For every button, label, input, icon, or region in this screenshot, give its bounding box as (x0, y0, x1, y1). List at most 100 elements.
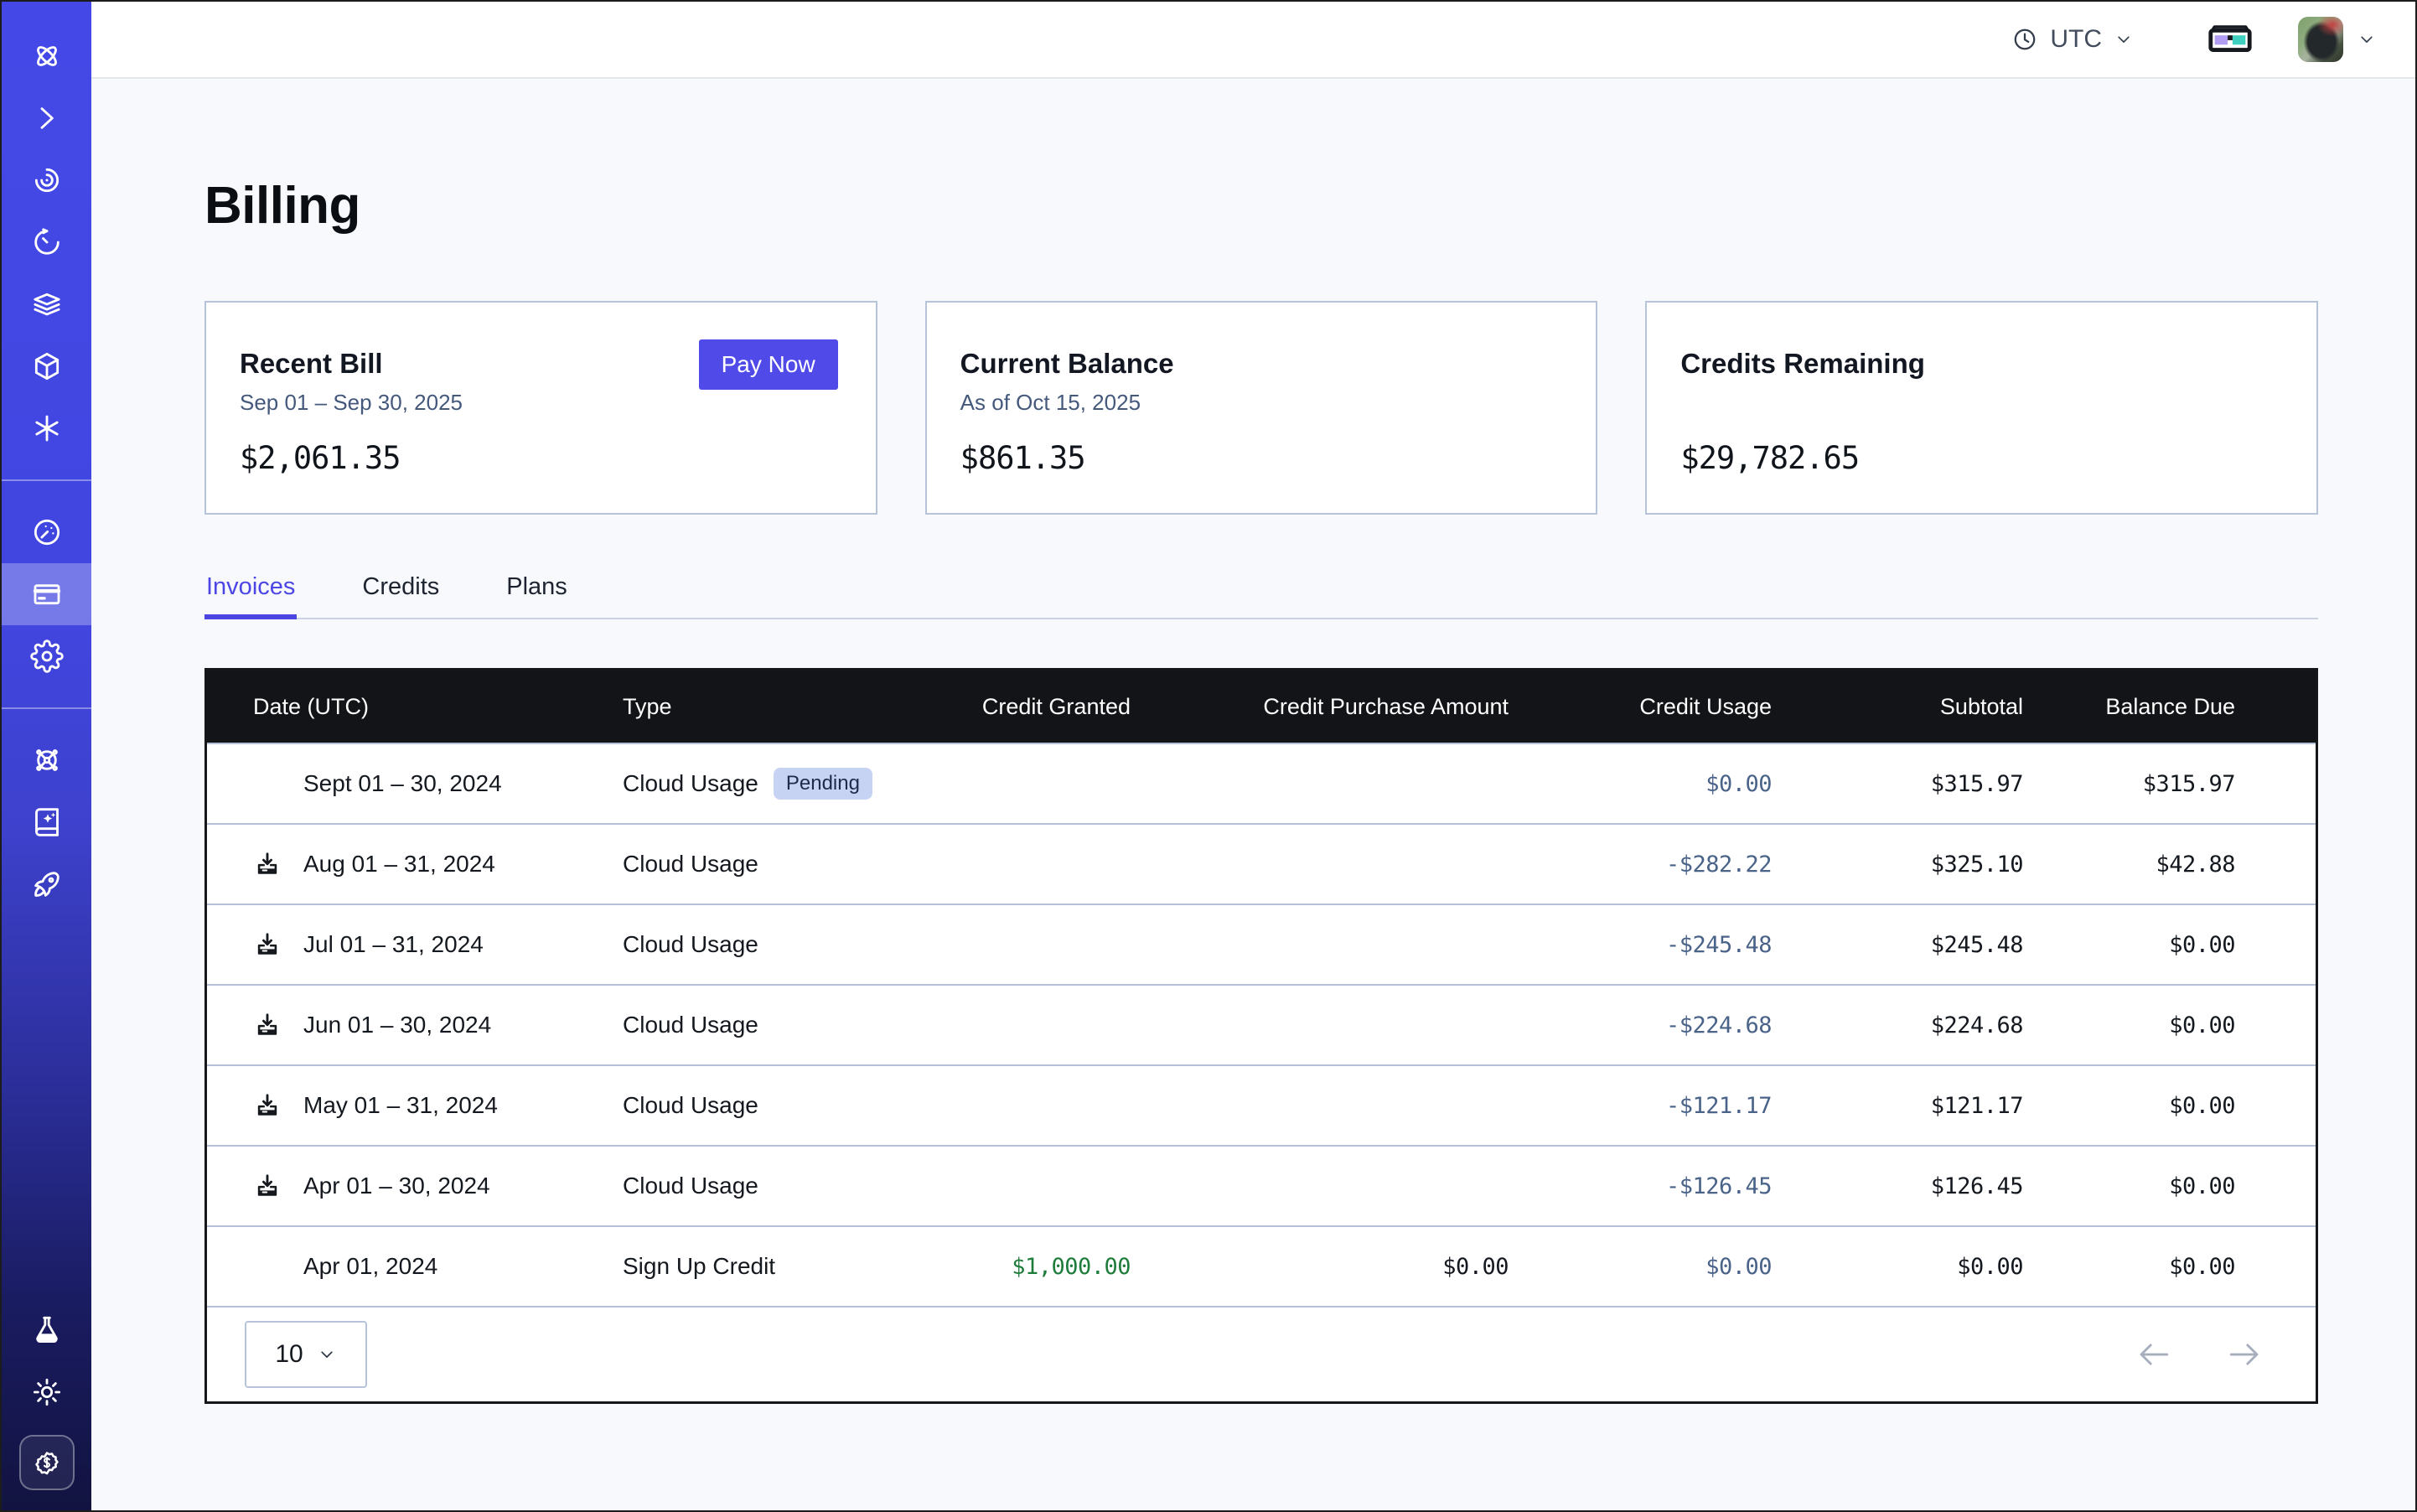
card-subtitle (1680, 390, 2280, 417)
sidebar-item-settings[interactable] (2, 625, 91, 687)
page-title: Billing (204, 176, 2318, 236)
pay-now-button[interactable]: Pay Now (699, 339, 838, 390)
invoice-date: Apr 01, 2024 (303, 1253, 437, 1280)
page-size-value: 10 (275, 1340, 303, 1369)
sidebar-item-observe[interactable] (2, 149, 91, 211)
chevron-down-icon (317, 1344, 337, 1364)
tab-invoices[interactable]: Invoices (204, 573, 297, 619)
timezone-label: UTC (2050, 25, 2102, 54)
orbit-logo-icon (30, 39, 64, 73)
arrow-left-icon (2135, 1335, 2173, 1374)
sidebar-item-history[interactable] (2, 211, 91, 273)
clock-icon (2011, 26, 2038, 53)
table-row: Jul 01 – 31, 2024 Cloud Usage -$245.48 $… (207, 904, 2316, 984)
card-title: Current Balance (960, 348, 1560, 380)
credit-card-icon (30, 577, 64, 611)
sidebar-item-billing[interactable] (2, 563, 91, 625)
balance-due: $315.97 (2023, 771, 2316, 797)
book-sparkle-icon (30, 805, 64, 839)
tab-credits[interactable]: Credits (360, 573, 441, 619)
credit-usage: $0.00 (1509, 1254, 1772, 1280)
sidebar-spacer (2, 915, 91, 1299)
download-icon (253, 930, 282, 959)
sidebar-item-labs[interactable] (2, 1299, 91, 1361)
sidebar-credits-button[interactable] (19, 1435, 75, 1490)
credit-usage: $0.00 (1509, 771, 1772, 797)
download-invoice-button[interactable] (253, 850, 282, 878)
prev-page-button[interactable] (2135, 1335, 2173, 1374)
account-menu[interactable] (2298, 17, 2377, 62)
chevron-right-icon (30, 101, 64, 135)
sidebar-item-support[interactable] (2, 729, 91, 791)
billing-page: Billing Recent Bill Sep 01 – Sep 30, 202… (91, 79, 2415, 1510)
sidebar-divider (2, 479, 91, 481)
sidebar-item-docs[interactable] (2, 791, 91, 853)
sidebar-item-launch[interactable] (2, 853, 91, 915)
balance-due: $0.00 (2023, 1012, 2316, 1038)
invoice-type: Cloud Usage (623, 1173, 758, 1199)
status-badge: Pending (774, 768, 872, 800)
app-window: UTC Billing Re (0, 0, 2417, 1512)
invoice-date: Jun 01 – 30, 2024 (303, 1012, 491, 1038)
credit-usage: -$126.45 (1509, 1173, 1772, 1199)
page-size-select[interactable]: 10 (245, 1321, 367, 1388)
subtotal: $224.68 (1772, 1012, 2023, 1038)
invoice-date: Apr 01 – 30, 2024 (303, 1173, 490, 1199)
topbar: UTC (91, 2, 2415, 79)
col-header-credit-granted: Credit Granted (882, 694, 1131, 720)
timezone-selector[interactable]: UTC (2011, 25, 2134, 54)
card-subtitle: As of Oct 15, 2025 (960, 390, 1560, 417)
credit-usage: -$282.22 (1509, 852, 1772, 878)
flask-icon (30, 1313, 64, 1347)
invoice-date: Aug 01 – 31, 2024 (303, 851, 495, 878)
recent-bill-card: Recent Bill Sep 01 – Sep 30, 2025 $2,061… (204, 301, 877, 515)
download-invoice-button[interactable] (253, 1091, 282, 1120)
table-row: May 01 – 31, 2024 Cloud Usage -$121.17 $… (207, 1064, 2316, 1145)
balance-due: $0.00 (2023, 1093, 2316, 1119)
summary-cards: Recent Bill Sep 01 – Sep 30, 2025 $2,061… (204, 301, 2318, 515)
download-icon (253, 1011, 282, 1039)
card-amount: $2,061.35 (240, 440, 839, 476)
credit-usage: -$245.48 (1509, 932, 1772, 958)
download-invoice-button[interactable] (253, 1172, 282, 1200)
subtotal: $0.00 (1772, 1254, 2023, 1280)
download-icon (253, 1091, 282, 1120)
sidebar-item-packages[interactable] (2, 335, 91, 397)
tab-plans[interactable]: Plans (505, 573, 569, 619)
invoice-type: Cloud Usage (623, 851, 758, 878)
sidebar-item-theme[interactable] (2, 1361, 91, 1423)
sidebar-item-functions[interactable] (2, 397, 91, 459)
next-page-button[interactable] (2225, 1335, 2264, 1374)
table-row: Apr 01, 2024 Sign Up Credit $1,000.00 $0… (207, 1225, 2316, 1306)
cube-icon (30, 350, 64, 383)
col-header-credit-usage: Credit Usage (1509, 694, 1772, 720)
sidebar-item-terminal[interactable] (2, 87, 91, 149)
download-invoice-button[interactable] (253, 1011, 282, 1039)
sidebar (2, 2, 91, 1510)
chevron-down-icon (2114, 29, 2134, 49)
col-header-subtotal: Subtotal (1772, 694, 2023, 720)
invoice-date: May 01 – 31, 2024 (303, 1092, 498, 1119)
subtotal: $325.10 (1772, 852, 2023, 878)
sidebar-item-layers[interactable] (2, 273, 91, 335)
credit-usage: -$224.68 (1509, 1012, 1772, 1038)
invoices-table: Date (UTC) Type Credit Granted Credit Pu… (204, 668, 2318, 1404)
spiral-icon (30, 163, 64, 197)
table-row: Apr 01 – 30, 2024 Cloud Usage -$126.45 $… (207, 1145, 2316, 1225)
sidebar-item-usage[interactable] (2, 501, 91, 563)
view-mode-button[interactable] (2206, 21, 2254, 58)
card-title: Credits Remaining (1680, 348, 2280, 380)
sun-icon (30, 1375, 64, 1409)
download-invoice-button[interactable] (253, 930, 282, 959)
current-balance-card: Current Balance As of Oct 15, 2025 $861.… (925, 301, 1598, 515)
table-row: Sept 01 – 30, 2024 Cloud UsagePending $0… (207, 743, 2316, 823)
table-header: Date (UTC) Type Credit Granted Credit Pu… (207, 671, 2316, 743)
chevron-down-icon (2357, 29, 2377, 49)
sidebar-item-home-logo[interactable] (2, 25, 91, 87)
balance-due: $42.88 (2023, 852, 2316, 878)
balance-due: $0.00 (2023, 1173, 2316, 1199)
gear-icon (30, 639, 64, 673)
card-amount: $861.35 (960, 440, 1560, 476)
billing-tabs: Invoices Credits Plans (204, 573, 2318, 619)
asterisk-icon (30, 412, 64, 445)
